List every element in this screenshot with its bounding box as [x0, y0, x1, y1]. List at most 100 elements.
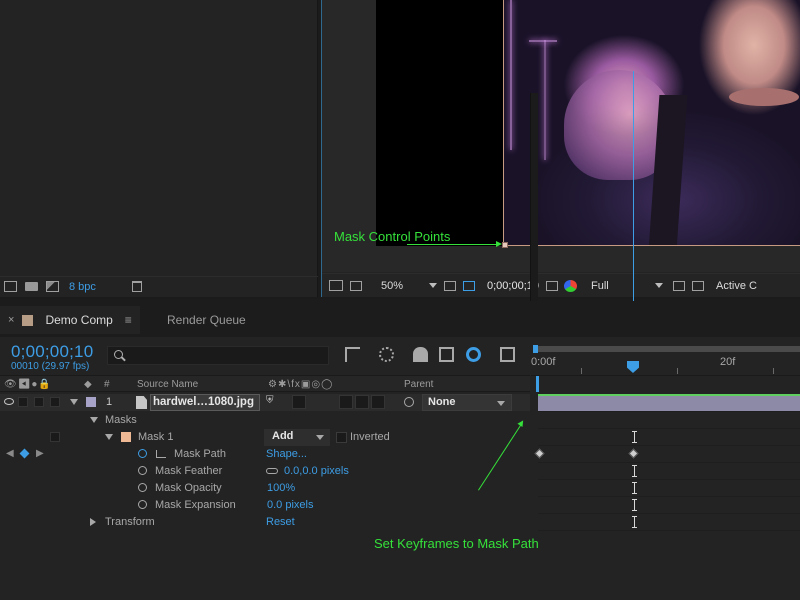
- viewer-canvas[interactable]: Mask Control Points: [322, 0, 800, 272]
- mask-path-track: [534, 446, 800, 463]
- masks-group-row[interactable]: Masks: [0, 412, 530, 429]
- switches-header: ⚙✱\fx▣◎◯: [268, 379, 334, 390]
- trash-icon[interactable]: [131, 281, 142, 292]
- column-headers: 👁◀●🔒 ◆ # Source Name ⚙✱\fx▣◎◯ Parent: [0, 375, 530, 392]
- twirl-down-icon[interactable]: [105, 434, 113, 440]
- mask-1-row[interactable]: Mask 1 Add Inverted: [0, 429, 530, 446]
- ruler-tick: [677, 368, 678, 374]
- playhead-line: [633, 71, 634, 301]
- always-preview-icon[interactable]: [329, 280, 343, 291]
- timeline-tabs: × Demo Comp ≡ Render Queue: [0, 299, 800, 337]
- source-name-header[interactable]: Source Name: [137, 379, 198, 390]
- stopwatch-icon[interactable]: [138, 449, 147, 458]
- channel-icon[interactable]: [564, 279, 577, 292]
- mask-expansion-value[interactable]: 0.0 pixels: [267, 499, 313, 511]
- layer-row[interactable]: 1 hardwel…1080.jpg ⛨ None: [0, 394, 530, 411]
- time-marker-ibeam: [632, 516, 637, 528]
- constrain-proportions-icon[interactable]: [266, 468, 278, 474]
- composition-image[interactable]: [503, 0, 800, 246]
- comp-flowchart-icon[interactable]: [345, 347, 360, 362]
- panel-divider[interactable]: [530, 93, 538, 301]
- shy-layers-icon[interactable]: [413, 347, 428, 362]
- keyframe-diamond[interactable]: [628, 448, 639, 459]
- magnification-dropdown[interactable]: 50%: [381, 280, 409, 292]
- playhead-handle[interactable]: [627, 361, 639, 373]
- mask-feather-value[interactable]: 0.0,0.0 pixels: [284, 465, 349, 477]
- mask-name[interactable]: Mask 1: [138, 431, 173, 443]
- transparency-grid-icon[interactable]: [692, 280, 704, 291]
- ruler-label-20f: 20f: [720, 356, 736, 368]
- eye-icon[interactable]: [4, 398, 14, 405]
- time-ruler[interactable]: 0:00f 20f: [531, 337, 800, 375]
- region-of-interest-icon[interactable]: [444, 280, 456, 291]
- prev-keyframe-icon[interactable]: ◀: [6, 448, 14, 459]
- inverted-checkbox[interactable]: [336, 432, 347, 443]
- stopwatch-icon[interactable]: [138, 500, 147, 509]
- close-icon[interactable]: ×: [8, 314, 14, 326]
- work-area-start-handle[interactable]: [533, 345, 538, 353]
- current-time-display[interactable]: 0;00;00;10: [11, 342, 93, 362]
- parent-dropdown[interactable]: None: [422, 394, 512, 411]
- mask-path-row[interactable]: ◀ ▶ Mask Path Shape...: [0, 446, 530, 463]
- transform-row[interactable]: Transform Reset: [0, 514, 530, 531]
- camera-view-dropdown[interactable]: Active C: [716, 280, 757, 292]
- new-composition-icon[interactable]: [46, 281, 59, 292]
- solo-toggle[interactable]: [34, 397, 44, 407]
- property-name: Mask Opacity: [155, 482, 222, 494]
- layer-label-color[interactable]: [86, 397, 96, 407]
- snapshot-icon[interactable]: [546, 280, 558, 291]
- mask-opacity-value[interactable]: 100%: [267, 482, 295, 494]
- image-file-icon: [136, 396, 147, 409]
- work-area-bar[interactable]: [535, 346, 800, 352]
- interpret-footage-icon[interactable]: [4, 281, 17, 292]
- shy-switch-icon[interactable]: ⛨: [266, 395, 280, 409]
- add-keyframe-icon[interactable]: [19, 448, 30, 459]
- tab-label: Render Queue: [167, 313, 246, 327]
- panel-menu-icon[interactable]: ≡: [125, 313, 132, 327]
- stopwatch-icon[interactable]: [138, 466, 147, 475]
- chevron-down-icon[interactable]: [655, 283, 663, 288]
- twirl-down-icon[interactable]: [70, 399, 78, 405]
- lock-toggle[interactable]: [50, 397, 60, 407]
- motion-blur-switch[interactable]: [371, 395, 385, 409]
- mask-color-swatch[interactable]: [121, 432, 131, 442]
- effect-switch[interactable]: [339, 395, 353, 409]
- graph-icon[interactable]: [156, 450, 166, 458]
- graph-editor-icon[interactable]: [500, 347, 515, 362]
- mask-opacity-row[interactable]: Mask Opacity 100%: [0, 480, 530, 497]
- twirl-down-icon[interactable]: [90, 417, 98, 423]
- mask-mode-dropdown[interactable]: Add: [264, 429, 330, 446]
- layer-name[interactable]: hardwel…1080.jpg: [150, 394, 260, 411]
- quality-switch[interactable]: [292, 395, 306, 409]
- mask-lock-toggle[interactable]: [50, 432, 60, 442]
- new-folder-icon[interactable]: [25, 282, 38, 291]
- fast-previews-icon[interactable]: [673, 280, 685, 291]
- mask-control-point[interactable]: [502, 242, 508, 248]
- mask-visibility-icon[interactable]: [463, 280, 475, 291]
- mask-feather-row[interactable]: Mask Feather 0.0,0.0 pixels: [0, 463, 530, 480]
- stopwatch-icon[interactable]: [138, 483, 147, 492]
- frame-blending-icon[interactable]: [439, 347, 454, 362]
- layer-duration-bar[interactable]: [538, 394, 800, 412]
- tab-render-queue[interactable]: Render Queue: [150, 306, 280, 334]
- motion-blur-icon[interactable]: [466, 347, 481, 362]
- frame-blend-switch[interactable]: [355, 395, 369, 409]
- ruler-tick: [773, 368, 774, 374]
- search-input[interactable]: [107, 346, 329, 365]
- audio-toggle[interactable]: [18, 397, 28, 407]
- chevron-down-icon[interactable]: [429, 283, 437, 288]
- keyframes-annotation: Set Keyframes to Mask Path: [374, 536, 539, 551]
- twirl-right-icon[interactable]: [90, 518, 96, 526]
- transform-label: Transform: [105, 516, 155, 528]
- tab-demo-comp[interactable]: × Demo Comp ≡: [0, 306, 140, 334]
- time-marker-ibeam: [632, 431, 637, 443]
- mask-expansion-row[interactable]: Mask Expansion 0.0 pixels: [0, 497, 530, 514]
- bit-depth-button[interactable]: 8 bpc: [69, 281, 96, 293]
- next-keyframe-icon[interactable]: ▶: [36, 448, 44, 459]
- pickwhip-icon[interactable]: [404, 397, 414, 407]
- monitor-icon[interactable]: [350, 280, 362, 291]
- transform-reset-link[interactable]: Reset: [266, 516, 295, 528]
- mask-points-annotation: Mask Control Points: [334, 229, 451, 244]
- draft-3d-icon[interactable]: [379, 347, 394, 362]
- mask-path-value[interactable]: Shape...: [266, 448, 307, 460]
